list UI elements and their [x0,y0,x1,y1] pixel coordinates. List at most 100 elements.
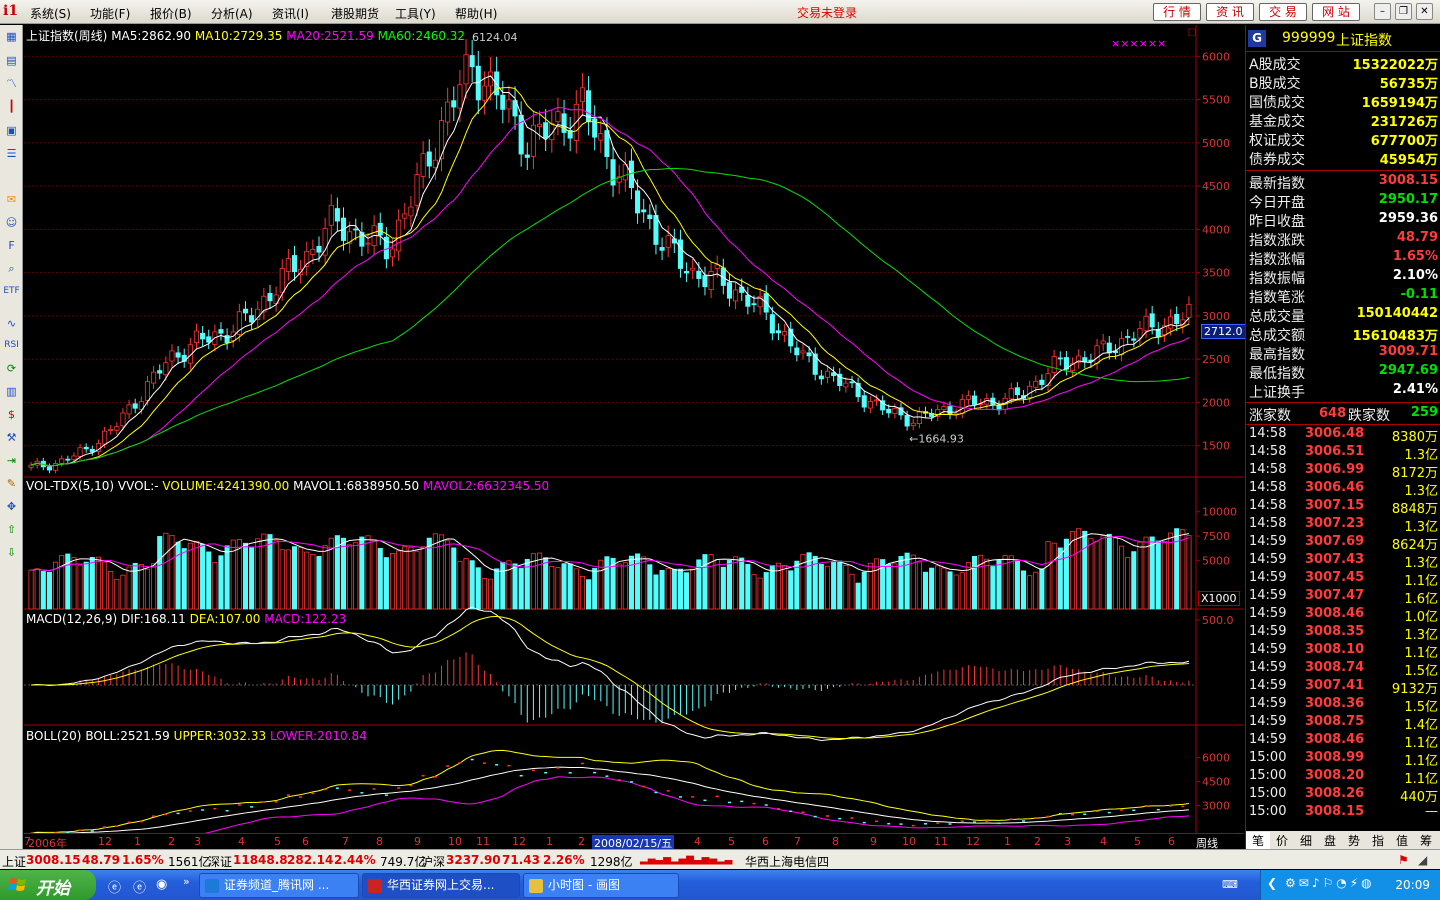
stat-row: 总成交量 150140442 [1249,306,1438,325]
task-paint[interactable]: 小时图 - 画图 [523,873,679,898]
minimize-icon[interactable]: – [1374,3,1391,20]
tick-volume: 440万 [1400,790,1438,805]
price-tick-label: 6000 [1202,50,1230,63]
panel-tab[interactable]: 筹 [1414,832,1438,849]
vol-unit: X1000 [1198,591,1240,606]
volume-bar [151,563,157,610]
volume-bar [1051,542,1057,610]
panel-tab[interactable]: 盘 [1318,832,1342,849]
dollar-icon[interactable]: $ [3,406,20,423]
panel-tab[interactable]: 指 [1366,832,1390,849]
line-chart-icon[interactable]: 〽 [3,75,20,92]
panel-tab[interactable]: 细 [1294,832,1318,849]
keyboard-icon[interactable]: ⌨ [1222,878,1238,891]
quicklaunch-browser-icon[interactable]: ⓔ [133,877,146,896]
tray-icons[interactable]: ⚙✉♪⚐◔⚡◍ [1285,876,1375,890]
volume-bar [59,555,65,610]
macd-label: MACD:122.23 [264,612,347,626]
close-icon[interactable]: ✕ [1416,3,1433,20]
volume-bar [353,542,359,610]
volume-bar [579,575,585,610]
quicklaunch-media-icon[interactable]: ◉ [156,877,167,892]
menu-quote[interactable]: 报价(B) [150,5,192,22]
news-button[interactable]: 资 讯 [1206,3,1254,21]
tick-time: 14:59 [1249,588,1287,603]
tick-price: 3008.15 [1305,804,1365,819]
panel-tab[interactable]: 势 [1342,832,1366,849]
volume-bar [818,563,824,610]
volume-bar [1119,545,1125,610]
quote-button[interactable]: 行 情 [1153,3,1201,21]
menu-function[interactable]: 功能(F) [90,5,130,22]
window-icon[interactable]: ▣ [3,122,20,139]
start-button[interactable]: 开始 [0,870,96,900]
menu-hk-futures[interactable]: 港股期货 [331,5,379,22]
panel-tab[interactable]: 笔 [1246,832,1270,849]
menu-system[interactable]: 系统(S) [30,5,71,22]
f10-icon[interactable]: F [3,237,20,254]
refresh-icon[interactable]: ⟳ [3,360,20,377]
menu-bar: i1 系统(S) 功能(F) 报价(B) 分析(A) 资讯(I) 港股期货 工具… [0,0,1440,24]
move-icon[interactable]: ✥ [3,498,20,515]
rsi-icon[interactable]: RSI [3,337,20,354]
users-icon[interactable]: ☺ [3,214,20,231]
volume-bar [175,541,181,610]
stat-value: 2950.17 [1378,192,1438,207]
volume-bar [316,556,322,610]
candle-body [873,399,880,402]
candle-body [702,275,708,288]
volume-bar [1082,530,1088,610]
screen-icon[interactable]: ▦ [3,28,20,45]
quicklaunch-ie-icon[interactable]: ⓔ [108,877,121,896]
etf-icon[interactable]: ETF [3,283,20,300]
tick-price: 3007.23 [1305,516,1365,531]
grid-icon[interactable]: ▤ [3,52,20,69]
chart-area[interactable]: 6000 5500 5000 4500 4000 3500 3000 2500 2000 1500… [24,25,1246,849]
search-icon[interactable]: ⌕ [3,260,20,277]
menu-info[interactable]: 资讯(I) [272,5,309,22]
panel-tab[interactable]: 价 [1270,832,1294,849]
trade-button[interactable]: 交 易 [1259,3,1307,21]
tick-volume: 1.1亿 [1404,646,1438,661]
task-trading[interactable]: 华西证券网上交易... [362,873,520,898]
exit-icon[interactable]: ⇥ [3,452,20,469]
candle-body [647,214,653,220]
table-icon[interactable]: ▥ [3,383,20,400]
restore-icon[interactable]: ❐ [1395,3,1412,20]
stat-value: -0.11 [1400,287,1438,302]
menu-help[interactable]: 帮助(H) [455,5,497,22]
kline-chart[interactable]: 6000 5500 5000 4500 4000 3500 3000 2500 2000 1500… [24,25,1244,833]
list-icon[interactable]: ☰ [3,145,20,162]
quicklaunch-more-icon[interactable]: » [183,875,190,888]
wave-icon[interactable]: ∿ [3,315,20,332]
candle-icon[interactable]: ┃ [3,98,20,115]
tray-expand-icon[interactable]: ❮ [1267,876,1277,890]
wrench-icon[interactable]: ⚒ [3,429,20,446]
candle-body [947,406,953,415]
turnover-value: 677700万 [1370,134,1438,149]
mail-icon[interactable]: ✉ [3,191,20,208]
g-badge-icon[interactable]: G [1248,30,1266,47]
tick-row: 14:59 3007.47 1.6亿 [1249,588,1438,607]
panel-tab[interactable]: 值 [1390,832,1414,849]
volume-bar [984,558,990,610]
panel-toggle-icon[interactable]: ▢ [1187,27,1196,38]
arrow-up-icon[interactable]: ⇧ [3,521,20,538]
volume-bar [89,556,95,610]
pencil-icon[interactable]: ✎ [3,475,20,492]
volume-bar [1100,535,1106,610]
vol-tick-label: 7500 [1202,530,1230,543]
task-browser[interactable]: 证券频道_腾讯网 ... [199,873,359,898]
status-indicator-icon[interactable]: ⚑ [1398,853,1409,867]
volume-bar [665,568,671,610]
trading-app-icon [368,879,382,893]
menu-tools[interactable]: 工具(Y) [395,5,436,22]
price-tick-label: 1500 [1202,440,1230,453]
volume-bar [726,560,733,610]
date-label: 6 [302,835,309,848]
menu-analysis[interactable]: 分析(A) [211,5,253,22]
website-button[interactable]: 网 站 [1312,3,1360,21]
tick-price: 3008.20 [1305,768,1365,783]
arrow-down-icon[interactable]: ⇩ [3,544,20,561]
candle-body [108,429,114,431]
